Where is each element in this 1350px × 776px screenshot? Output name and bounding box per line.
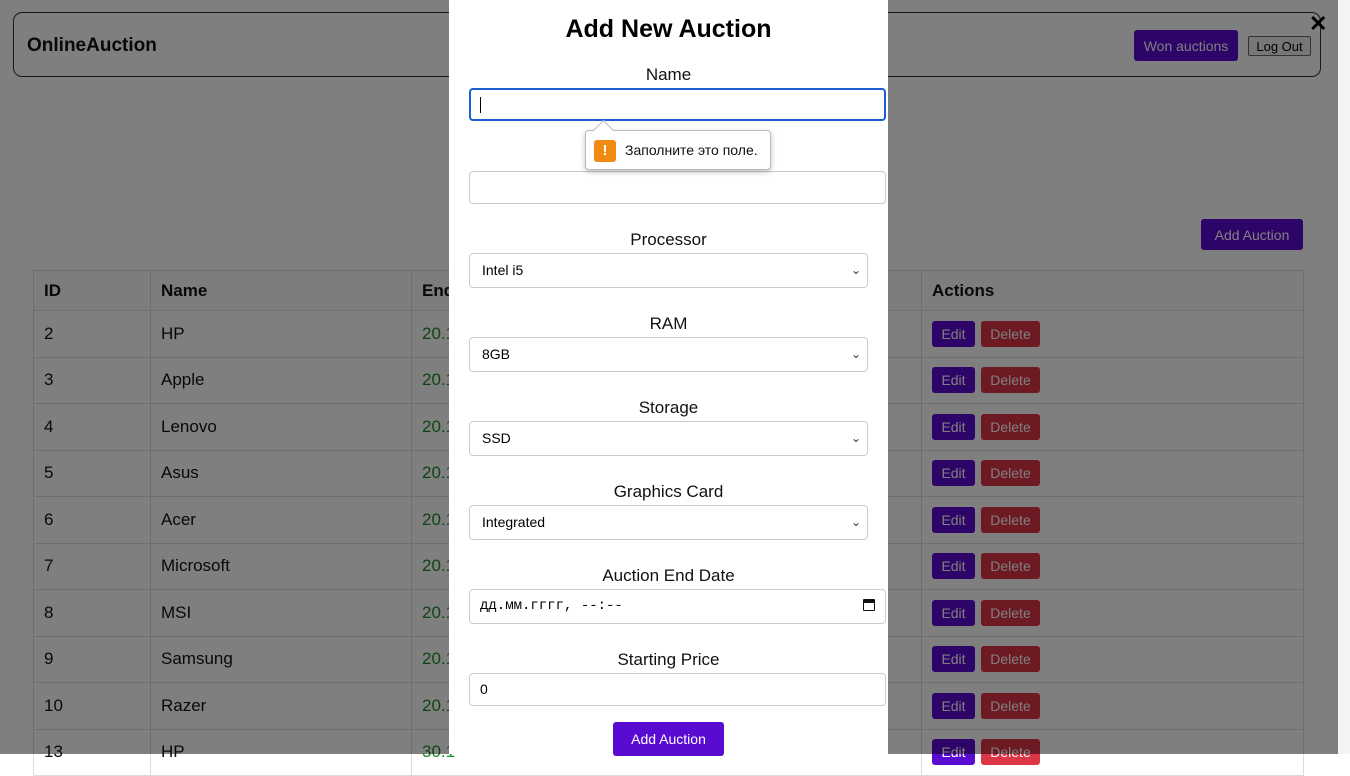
validation-tooltip: ! Заполните это поле. (585, 119, 771, 170)
description-input[interactable] (469, 171, 886, 204)
chevron-down-icon: ⌄ (850, 431, 861, 445)
price-label: Starting Price (617, 650, 720, 669)
ram-select[interactable]: 8GB ⌄ (469, 337, 868, 372)
storage-value: SSD (482, 430, 511, 446)
chevron-down-icon: ⌄ (850, 515, 861, 529)
end-date-label: Auction End Date (602, 566, 735, 585)
chevron-down-icon: ⌄ (850, 263, 861, 277)
processor-label: Processor (630, 230, 707, 249)
end-date-placeholder: дд.мм.гггг, --:-- (480, 598, 623, 614)
text-caret (480, 97, 481, 113)
storage-label: Storage (638, 398, 699, 417)
price-input[interactable]: 0 (469, 673, 886, 706)
scrollbar-track[interactable] (1338, 0, 1350, 754)
close-icon[interactable]: ✕ (1309, 11, 1327, 37)
price-value: 0 (480, 681, 488, 697)
name-input[interactable] (469, 88, 886, 121)
graphics-value: Integrated (482, 514, 546, 530)
modal-title: Add New Auction (565, 15, 772, 43)
end-date-input[interactable]: дд.мм.гггг, --:-- (469, 589, 886, 624)
chevron-down-icon: ⌄ (850, 347, 861, 361)
graphics-select[interactable]: Integrated ⌄ (469, 505, 868, 540)
tooltip-text: Заполните это поле. (625, 142, 758, 158)
processor-select[interactable]: Intel i5 ⌄ (469, 253, 868, 288)
processor-value: Intel i5 (482, 262, 524, 278)
ram-label: RAM (649, 314, 688, 333)
submit-add-auction-button[interactable]: Add Auction (613, 722, 724, 756)
add-auction-modal: Add New Auction Name Processor Intel i5 … (449, 0, 888, 756)
storage-select[interactable]: SSD ⌄ (469, 421, 868, 456)
calendar-icon[interactable] (863, 599, 875, 611)
warning-icon: ! (594, 140, 616, 162)
graphics-label: Graphics Card (613, 482, 724, 501)
ram-value: 8GB (482, 346, 511, 362)
name-label: Name (645, 65, 692, 84)
